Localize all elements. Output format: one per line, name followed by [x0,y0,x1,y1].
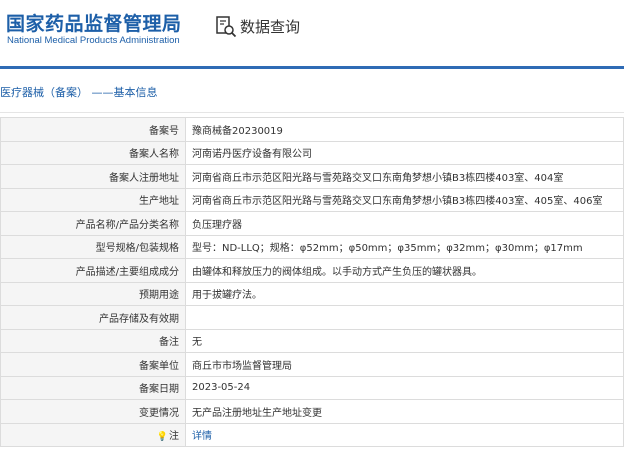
row-label: 备案日期 [0,375,186,400]
row-value: 负压理疗器 [185,211,624,236]
row-value: 型号：ND-LLQ；规格：φ52mm；φ50mm；φ35mm；φ32mm；φ30… [185,234,624,259]
header-divider [0,66,624,69]
row-label: 备案单位 [0,352,186,377]
table-row: 产品名称/产品分类名称 负压理疗器 [0,211,624,236]
site-header: 国家药品监督管理局 National Medical Products Admi… [0,0,624,66]
document-search-icon [216,16,237,38]
row-value: 无 [185,328,624,353]
row-label: 备案人名称 [0,140,186,165]
row-label: 产品名称/产品分类名称 [0,211,186,236]
logo-title-en[interactable]: National Medical Products Administration [7,35,180,46]
row-value: 由罐体和释放压力的阀体组成。以手动方式产生负压的罐状器具。 [185,258,624,283]
table-row: 型号规格/包装规格 型号：ND-LLQ；规格：φ52mm；φ50mm；φ35mm… [0,234,624,259]
row-value: 用于拔罐疗法。 [185,281,624,306]
row-label: 产品描述/主要组成成分 [0,258,186,283]
table-row: 备案人注册地址 河南省商丘市示范区阳光路与雪苑路交叉口东南角梦想小镇B3栋四楼4… [0,164,624,189]
table-row: 备案人名称 河南诺丹医疗设备有限公司 [0,140,624,165]
row-value: 河南省商丘市示范区阳光路与雪苑路交叉口东南角梦想小镇B3栋四楼403室、405室… [185,187,624,212]
row-label: 备案人注册地址 [0,164,186,189]
row-value: 豫商械备20230019 [185,117,624,142]
table-row: 产品描述/主要组成成分 由罐体和释放压力的阀体组成。以手动方式产生负压的罐状器具… [0,258,624,283]
table-row: 产品存储及有效期 [0,305,624,330]
row-label: 产品存储及有效期 [0,305,186,330]
row-label: 备案号 [0,117,186,142]
row-value: 2023-05-24 [185,375,624,400]
table-row: 备注 无 [0,328,624,353]
page-footer [0,462,624,472]
note-row: 💡注 详情 [0,422,624,447]
logo-title-cn[interactable]: 国家药品监督管理局 [6,9,182,36]
row-value: 河南省商丘市示范区阳光路与雪苑路交叉口东南角梦想小镇B3栋四楼403室、404室 [185,164,624,189]
breadcrumb-divider [0,112,624,113]
lightbulb-icon: 💡 [156,432,168,443]
table-row: 备案号 豫商械备20230019 [0,117,624,142]
detail-table: 备案号 豫商械备20230019 备案人名称 河南诺丹医疗设备有限公司 备案人注… [0,117,624,447]
row-label: 生产地址 [0,187,186,212]
row-label: 型号规格/包装规格 [0,234,186,259]
table-row: 生产地址 河南省商丘市示范区阳光路与雪苑路交叉口东南角梦想小镇B3栋四楼403室… [0,187,624,212]
row-label: 备注 [0,328,186,353]
note-label-cell: 💡注 [0,422,186,447]
table-row: 备案日期 2023-05-24 [0,375,624,400]
row-value [185,305,624,330]
table-row: 变更情况 无产品注册地址生产地址变更 [0,399,624,424]
breadcrumb: 医疗器械（备案） ——基本信息 [0,70,624,116]
data-query-title: 数据查询 [240,18,301,36]
table-row: 备案单位 商丘市市场监督管理局 [0,352,624,377]
table-row: 预期用途 用于拔罐疗法。 [0,281,624,306]
row-value: 河南诺丹医疗设备有限公司 [185,140,624,165]
note-label: 注 [169,431,179,443]
row-label: 变更情况 [0,399,186,424]
details-link[interactable]: 详情 [185,422,624,447]
row-value: 无产品注册地址生产地址变更 [185,399,624,424]
row-value: 商丘市市场监督管理局 [185,352,624,377]
row-label: 预期用途 [0,281,186,306]
